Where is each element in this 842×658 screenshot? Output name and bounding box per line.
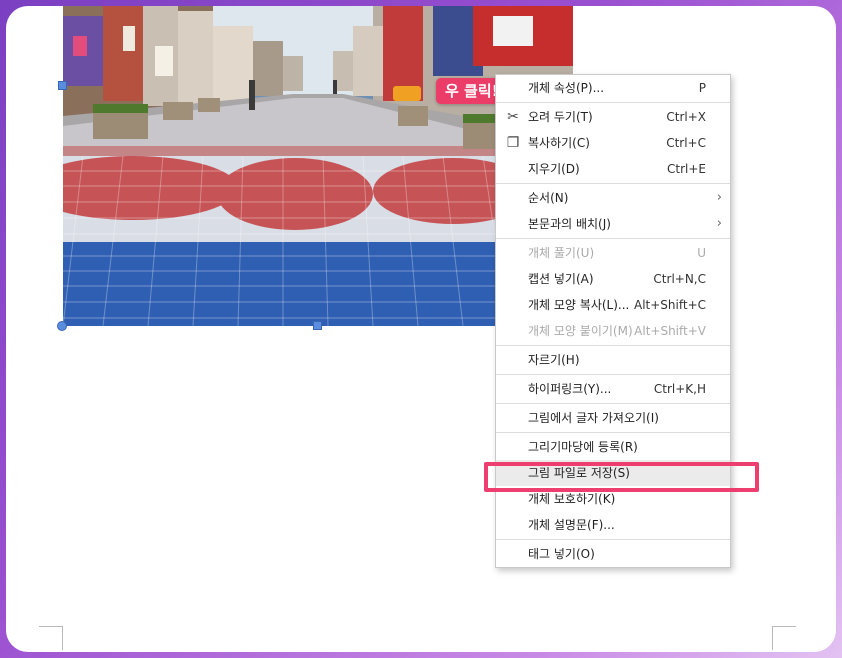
menu-item-shortcut: Ctrl+X — [666, 110, 706, 124]
menu-item[interactable]: 자르기(H) — [496, 347, 730, 373]
menu-item-shortcut: P — [698, 81, 706, 95]
menu-item-label: 개체 설명문(F)... — [528, 518, 615, 532]
menu-separator — [496, 539, 730, 540]
menu-separator — [496, 374, 730, 375]
menu-separator — [496, 432, 730, 433]
menu-item[interactable]: 태그 넣기(O) — [496, 541, 730, 567]
menu-item[interactable]: 하이퍼링크(Y)... Ctrl+K,H — [496, 376, 730, 402]
menu-item[interactable]: 본문과의 배치(J) › — [496, 211, 730, 237]
menu-item-shortcut: Ctrl+K,H — [653, 382, 706, 396]
menu-item-shortcut: Ctrl+N,C — [653, 272, 706, 286]
menu-item-label: 자르기(H) — [528, 353, 580, 367]
menu-item[interactable]: 개체 모양 복사(L)... Alt+Shift+C — [496, 292, 730, 318]
menu-item-label: 본문과의 배치(J) — [528, 217, 611, 231]
menu-item[interactable]: 개체 속성(P)... P — [496, 75, 730, 101]
resize-handle-bottom[interactable] — [313, 321, 322, 330]
highlight-box — [484, 462, 759, 492]
scissors-icon: ✂ — [507, 109, 519, 125]
menu-item-shortcut: Alt+Shift+V — [634, 324, 706, 338]
menu-item: 개체 모양 붙이기(M) Alt+Shift+V — [496, 318, 730, 344]
menu-item-label: 태그 넣기(O) — [528, 547, 595, 561]
page-corner-mark-left — [39, 626, 63, 650]
menu-item[interactable]: 캡션 넣기(A) Ctrl+N,C — [496, 266, 730, 292]
menu-item[interactable]: 지우기(D) Ctrl+E — [496, 156, 730, 182]
menu-item[interactable]: ✂ 오려 두기(T) Ctrl+X — [496, 104, 730, 130]
menu-item-label: 하이퍼링크(Y)... — [528, 382, 612, 396]
menu-item-label: 오려 두기(T) — [528, 110, 593, 124]
menu-item-label: 순서(N) — [528, 191, 569, 205]
menu-item[interactable]: 개체 설명문(F)... — [496, 512, 730, 538]
context-menu: 개체 속성(P)... P ✂ 오려 두기(T) Ctrl+X ❐ 복사하기(C) Ctrl+… — [495, 74, 731, 568]
menu-item-shortcut: Ctrl+C — [666, 136, 706, 150]
menu-separator — [496, 102, 730, 103]
menu-item-label: 그림에서 글자 가져오기(I) — [528, 411, 659, 425]
menu-item-shortcut: Alt+Shift+C — [633, 298, 706, 312]
menu-separator — [496, 238, 730, 239]
menu-item[interactable]: ❐ 복사하기(C) Ctrl+C — [496, 130, 730, 156]
menu-item[interactable]: 그림에서 글자 가져오기(I) — [496, 405, 730, 431]
menu-item-label: 개체 풀기(U) — [528, 246, 595, 260]
menu-separator — [496, 345, 730, 346]
menu-item-label: 개체 보호하기(K) — [528, 492, 616, 506]
chevron-right-icon: › — [716, 216, 722, 231]
menu-separator — [496, 183, 730, 184]
menu-item-shortcut: U — [697, 246, 706, 260]
menu-item[interactable]: 순서(N) › — [496, 185, 730, 211]
resize-handle-left[interactable] — [58, 81, 67, 90]
menu-item-label: 그리기마당에 등록(R) — [528, 440, 638, 454]
document-page: 우 클릭! 개체 속성(P)... P ✂ 오려 두기(T) Ctrl+X ❐ 복사하기(C… — [6, 6, 836, 652]
copy-icon: ❐ — [506, 135, 520, 151]
resize-handle-bottom-left[interactable] — [57, 321, 67, 331]
menu-separator — [496, 403, 730, 404]
menu-item-label: 지우기(D) — [528, 162, 580, 176]
page-corner-mark-right — [772, 626, 796, 650]
menu-item[interactable]: 그리기마당에 등록(R) — [496, 434, 730, 460]
menu-item-label: 복사하기(C) — [528, 136, 590, 150]
menu-item-shortcut: Ctrl+E — [667, 162, 706, 176]
menu-item-label: 개체 모양 복사(L)... — [528, 298, 630, 312]
chevron-right-icon: › — [716, 190, 722, 205]
menu-item-label: 개체 모양 붙이기(M) — [528, 324, 633, 338]
menu-item: 개체 풀기(U) U — [496, 240, 730, 266]
menu-item-label: 캡션 넣기(A) — [528, 272, 594, 286]
menu-item-label: 개체 속성(P)... — [528, 81, 605, 95]
